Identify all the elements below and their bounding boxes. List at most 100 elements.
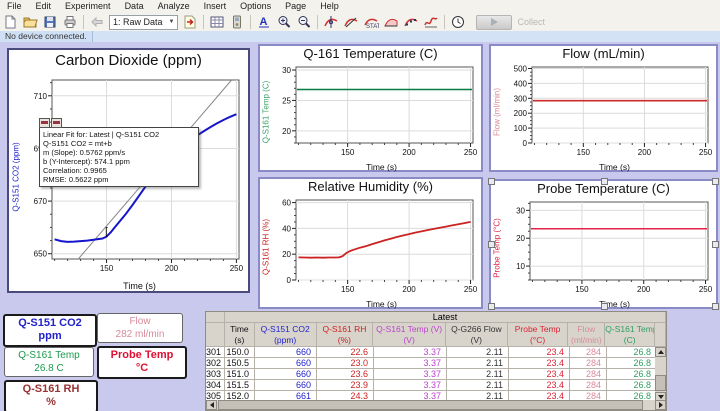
table-cell[interactable]: 660 bbox=[255, 369, 317, 380]
selection-handle[interactable] bbox=[712, 241, 719, 248]
tangent-icon[interactable] bbox=[342, 14, 360, 30]
selection-handle[interactable] bbox=[712, 178, 719, 185]
menu-item-insert[interactable]: Insert bbox=[197, 0, 234, 13]
svg-text:500: 500 bbox=[514, 64, 528, 73]
autoscale-icon[interactable]: A bbox=[255, 14, 273, 30]
meter-q161-rh[interactable]: Q-S161 RH% bbox=[4, 380, 98, 411]
table-cell[interactable]: 2.11 bbox=[447, 369, 509, 380]
table-cell[interactable]: 26.8 bbox=[607, 380, 657, 391]
statistics-icon[interactable]: STAT bbox=[362, 14, 380, 30]
selection-handle[interactable] bbox=[601, 303, 608, 310]
meter-probe-temp[interactable]: Probe Temp°C bbox=[97, 346, 187, 379]
horizontal-scrollbar[interactable] bbox=[206, 400, 666, 410]
table-cell[interactable]: 284 bbox=[570, 380, 607, 391]
table-cell[interactable]: 150.5 bbox=[225, 358, 255, 369]
menu-item-data[interactable]: Data bbox=[118, 0, 151, 13]
table-cell[interactable]: 2.11 bbox=[447, 358, 509, 369]
chart-q161-temperature[interactable]: Q-161 Temperature (C) Q-S161 Temp (C) 15… bbox=[258, 44, 483, 172]
table-row[interactable]: 301150.066022.63.372.1123.428426.8 bbox=[206, 347, 666, 358]
table-cell[interactable]: 151.0 bbox=[225, 369, 255, 380]
vertical-scroll-thumb[interactable] bbox=[655, 375, 666, 391]
selection-handle[interactable] bbox=[712, 303, 719, 310]
chart-flow[interactable]: Flow (mL/min) Flow (ml/min) 150200250010… bbox=[489, 44, 718, 172]
back-page-icon[interactable] bbox=[88, 14, 106, 30]
meter-flow[interactable]: Flow282 ml/min bbox=[97, 313, 183, 343]
menu-item-help[interactable]: Help bbox=[313, 0, 346, 13]
table-cell[interactable]: 3.37 bbox=[374, 358, 447, 369]
table-cell[interactable]: 26.8 bbox=[607, 358, 657, 369]
chart-carbon-dioxide[interactable]: Carbon Dioxide (ppm) Q-S151 CO2 (ppm) 15… bbox=[7, 48, 250, 293]
svg-text:30: 30 bbox=[516, 206, 525, 215]
plot-area[interactable]: 150200250102030 bbox=[503, 197, 716, 299]
open-file-icon[interactable] bbox=[21, 14, 39, 30]
table-cell[interactable]: 23.4 bbox=[509, 358, 570, 369]
scroll-up-icon[interactable] bbox=[655, 347, 666, 357]
data-collection-clock-icon[interactable] bbox=[449, 14, 467, 30]
table-cell[interactable]: 23.6 bbox=[317, 369, 374, 380]
selection-handle[interactable] bbox=[488, 178, 495, 185]
zoom-in-icon[interactable] bbox=[275, 14, 293, 30]
next-page-icon[interactable] bbox=[181, 14, 199, 30]
meter-q161-temp[interactable]: Q-S161 Temp26.8 C bbox=[4, 347, 94, 377]
dataset-selector[interactable]: 1: Raw Data ▼ bbox=[109, 15, 178, 30]
table-cell[interactable]: 23.4 bbox=[509, 347, 570, 358]
fitbox-tab-icons[interactable] bbox=[39, 118, 62, 128]
selection-handle[interactable] bbox=[601, 178, 608, 185]
print-icon[interactable] bbox=[61, 14, 79, 30]
table-cell[interactable]: 3.37 bbox=[374, 369, 447, 380]
table-cell[interactable]: 2.11 bbox=[447, 347, 509, 358]
integral-icon[interactable] bbox=[382, 14, 400, 30]
table-cell[interactable]: 660 bbox=[255, 380, 317, 391]
table-cell[interactable]: 660 bbox=[255, 347, 317, 358]
table-cell[interactable]: 151.5 bbox=[225, 380, 255, 391]
examine-icon[interactable] bbox=[322, 14, 340, 30]
menu-item-analyze[interactable]: Analyze bbox=[151, 0, 197, 13]
table-cell[interactable]: 23.4 bbox=[509, 369, 570, 380]
table-cell[interactable]: 284 bbox=[570, 369, 607, 380]
table-row[interactable]: 304151.566023.93.372.1123.428426.8 bbox=[206, 380, 666, 391]
table-cell[interactable]: 3.37 bbox=[374, 380, 447, 391]
horizontal-scroll-thumb[interactable] bbox=[218, 400, 643, 410]
curve-fit-icon[interactable] bbox=[402, 14, 420, 30]
table-header-corner bbox=[655, 323, 666, 347]
chart-relative-humidity[interactable]: Relative Humidity (%) Q-S161 RH (%) 1502… bbox=[258, 177, 483, 309]
chart-probe-temperature[interactable]: Probe Temperature (C) Probe Temp (°C) 15… bbox=[489, 179, 718, 309]
collect-button[interactable]: Collect bbox=[476, 15, 545, 30]
model-icon[interactable] bbox=[422, 14, 440, 30]
zoom-out-icon[interactable] bbox=[295, 14, 313, 30]
data-table[interactable]: LatestTime(s)Q-S151 CO2(ppm)Q-S161 RH(%)… bbox=[205, 311, 667, 411]
table-cell[interactable]: 3.37 bbox=[374, 347, 447, 358]
linear-fit-annotation[interactable]: Linear Fit for: Latest | Q-S151 CO2 Q-S1… bbox=[39, 127, 199, 187]
scroll-left-icon[interactable] bbox=[206, 400, 217, 410]
table-cell[interactable]: 23.0 bbox=[317, 358, 374, 369]
table-cell[interactable]: 660 bbox=[255, 358, 317, 369]
plot-area[interactable]: 1502002500204060 bbox=[272, 195, 481, 299]
table-cell[interactable]: 23.4 bbox=[509, 380, 570, 391]
plot-area[interactable]: 150200250202530 bbox=[272, 62, 481, 162]
table-cell[interactable]: 23.9 bbox=[317, 380, 374, 391]
table-cell[interactable]: 150.0 bbox=[225, 347, 255, 358]
meter-co2[interactable]: Q-S151 CO2ppm bbox=[3, 314, 97, 347]
plot-area[interactable]: 1502002500100200300400500 bbox=[503, 62, 716, 162]
meter-device-icon[interactable] bbox=[228, 14, 246, 30]
selection-handle[interactable] bbox=[488, 303, 495, 310]
vertical-scrollbar[interactable] bbox=[655, 347, 666, 402]
menu-item-file[interactable]: File bbox=[0, 0, 29, 13]
menu-item-edit[interactable]: Edit bbox=[29, 0, 59, 13]
selection-handle[interactable] bbox=[488, 241, 495, 248]
table-cell[interactable]: 26.8 bbox=[607, 369, 657, 380]
menu-item-page[interactable]: Page bbox=[278, 0, 313, 13]
scroll-right-icon[interactable] bbox=[655, 400, 666, 410]
new-document-icon[interactable] bbox=[1, 14, 19, 30]
table-cell[interactable]: 22.6 bbox=[317, 347, 374, 358]
save-icon[interactable] bbox=[41, 14, 59, 30]
data-table-icon[interactable] bbox=[208, 14, 226, 30]
table-cell[interactable]: 284 bbox=[570, 347, 607, 358]
menu-item-options[interactable]: Options bbox=[233, 0, 278, 13]
table-cell[interactable]: 284 bbox=[570, 358, 607, 369]
menu-item-experiment[interactable]: Experiment bbox=[58, 0, 118, 13]
table-cell[interactable]: 2.11 bbox=[447, 380, 509, 391]
table-row[interactable]: 302150.566023.03.372.1123.428426.8 bbox=[206, 358, 666, 369]
table-row[interactable]: 303151.066023.63.372.1123.428426.8 bbox=[206, 369, 666, 380]
table-cell[interactable]: 26.8 bbox=[607, 347, 657, 358]
